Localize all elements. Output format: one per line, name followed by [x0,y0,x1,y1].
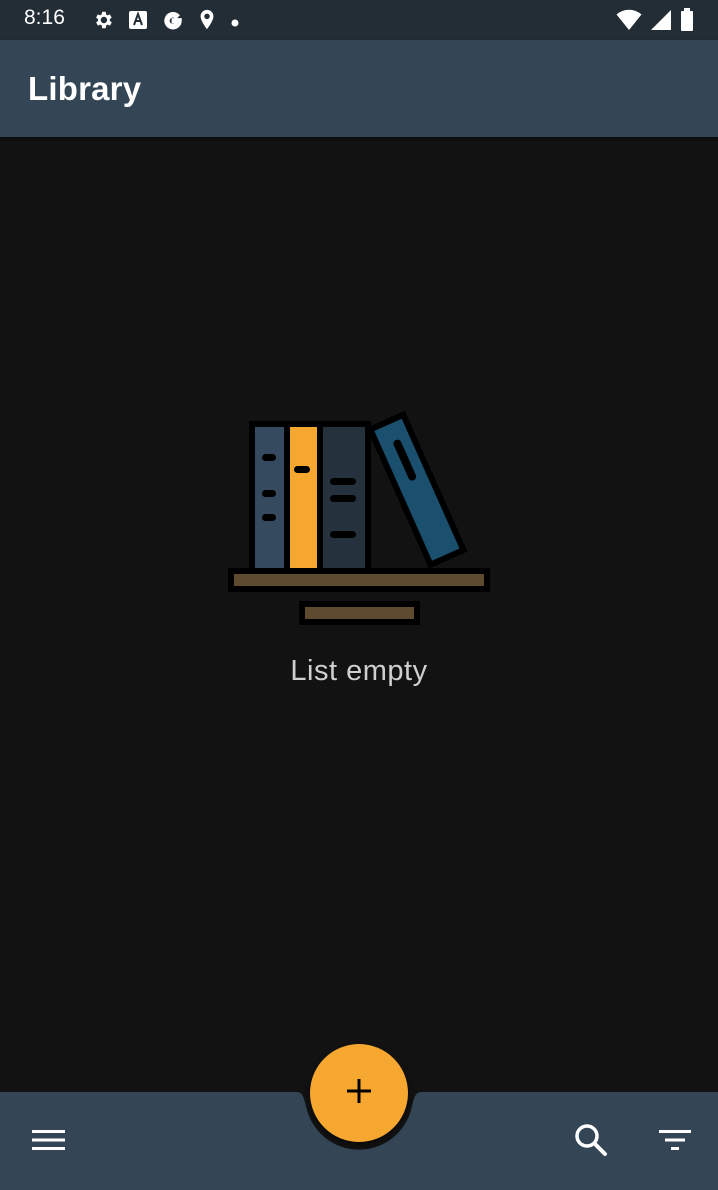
books-on-shelf-illustration [228,410,490,625]
plus-icon [345,1077,373,1109]
page-title: Library [28,70,142,107]
translate-icon [128,10,148,34]
filter-button[interactable] [652,1122,698,1162]
status-time: 8:16 [24,6,65,29]
gear-icon [92,9,114,35]
menu-icon [32,1128,66,1156]
filter-icon [658,1128,692,1156]
signal-icon [650,9,672,35]
battery-icon [680,8,694,36]
app-bar: Library [0,40,718,137]
status-right [616,8,694,36]
empty-message: List empty [290,655,428,687]
search-icon [574,1123,608,1161]
location-icon [198,9,216,35]
google-icon [162,9,184,35]
wifi-icon [616,9,642,35]
status-icons [92,9,240,35]
menu-button[interactable] [24,1122,74,1162]
add-button[interactable] [310,1044,408,1142]
dot-icon [230,13,240,32]
status-bar: 8:16 [0,0,718,40]
search-button[interactable] [568,1120,614,1164]
